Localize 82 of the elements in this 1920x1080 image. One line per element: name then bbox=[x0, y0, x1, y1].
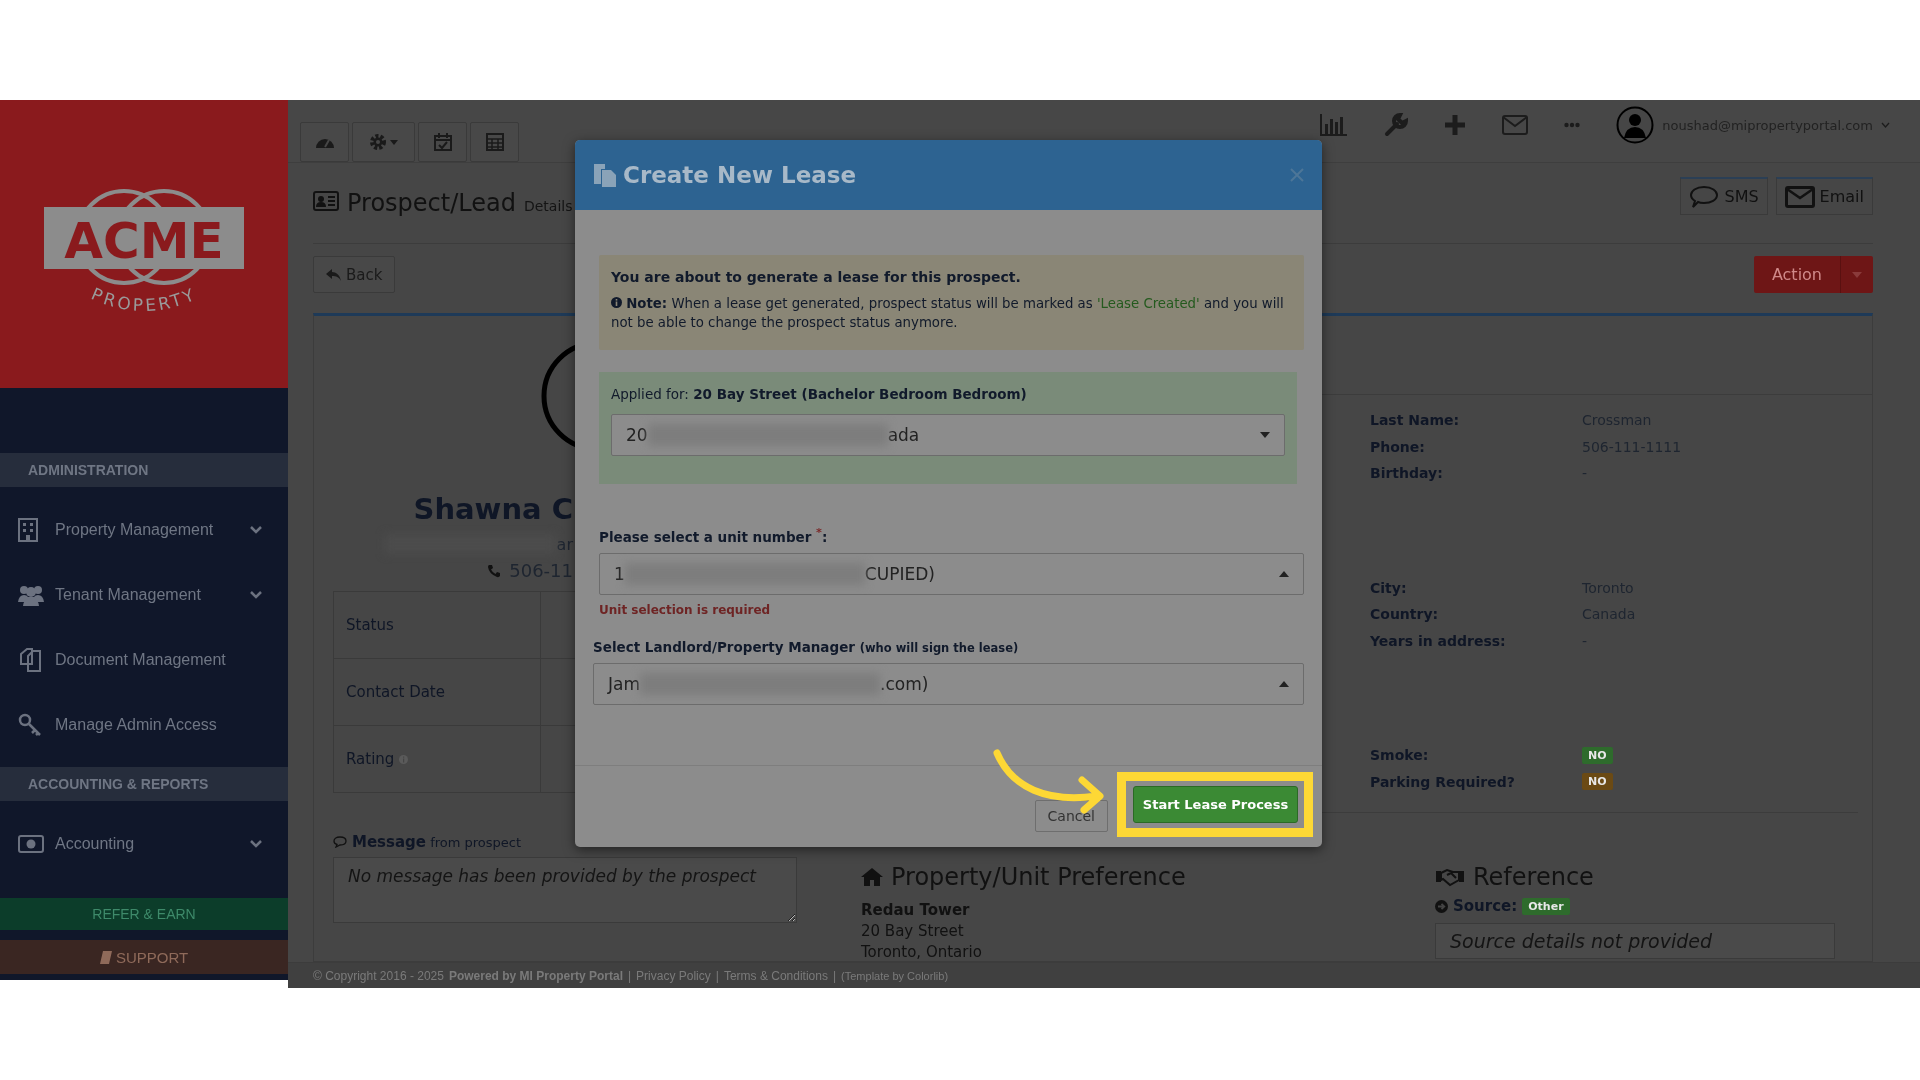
sidebar-item[interactable]: Accounting bbox=[0, 811, 288, 876]
status-badge: NO bbox=[1582, 746, 1613, 764]
plus-icon[interactable] bbox=[1444, 114, 1467, 136]
close-icon[interactable] bbox=[1290, 168, 1304, 182]
arrow-circle-icon bbox=[1435, 899, 1448, 913]
calendar-button[interactable] bbox=[418, 122, 467, 162]
settings-button[interactable] bbox=[352, 122, 415, 162]
landlord-hint: (who will sign the lease) bbox=[859, 640, 1019, 655]
landlord-label: Select Landlord/Property Manager bbox=[593, 638, 855, 655]
refer-button[interactable]: REFER & EARN bbox=[0, 898, 288, 930]
bar-chart-icon[interactable] bbox=[1320, 114, 1349, 136]
separator: | bbox=[832, 968, 837, 983]
more-icon[interactable] bbox=[1564, 122, 1581, 128]
table-label: Contact Date bbox=[346, 683, 445, 701]
source-label: Source: bbox=[1453, 897, 1518, 915]
copyright-text: © Copyright 2016 - 2025 bbox=[313, 968, 444, 983]
unit-label: Please select a unit number $^{*}$: bbox=[599, 526, 829, 545]
calculator-icon bbox=[485, 133, 504, 151]
speech-bubble-icon bbox=[1689, 184, 1720, 209]
status-badge: NO bbox=[1582, 773, 1613, 791]
caret-icon bbox=[390, 139, 398, 145]
phone-icon bbox=[487, 563, 502, 578]
avatar-icon[interactable] bbox=[1616, 106, 1655, 144]
sidebar-item[interactable]: Tenant Management bbox=[0, 562, 288, 627]
error-message: Unit selection is required bbox=[599, 602, 772, 617]
footer-link[interactable]: Privacy Policy bbox=[636, 968, 711, 983]
detail-label: Parking Required? bbox=[1370, 773, 1516, 790]
chat-icon bbox=[333, 836, 347, 848]
section-header: ACCOUNTING & REPORTS bbox=[0, 767, 288, 801]
detail-label: Phone: bbox=[1370, 438, 1426, 455]
applied-for-text: Applied for: 20 Bay Street (Bachelor Bedroom Bedroom) bbox=[611, 386, 1028, 403]
powered-by-text: Powered by MI Property Portal bbox=[448, 968, 623, 983]
support-button[interactable]: SUPPORT bbox=[0, 940, 288, 974]
footer-link[interactable]: Terms & Conditions bbox=[723, 968, 828, 983]
reply-arrow-icon bbox=[326, 268, 341, 281]
mail-icon bbox=[1784, 185, 1815, 208]
action-button-group[interactable]: Action bbox=[1753, 256, 1873, 293]
calendar-check-icon bbox=[433, 133, 452, 151]
detail-value: - bbox=[1582, 632, 1588, 649]
dashboard-button[interactable] bbox=[300, 122, 349, 162]
acme-logo: ACME PROPERTY bbox=[44, 169, 244, 319]
detail-label: Last Name: bbox=[1370, 412, 1461, 429]
table-label: Status bbox=[346, 616, 394, 634]
documents-icon bbox=[18, 647, 42, 672]
source-badge: Other bbox=[1522, 897, 1570, 915]
prospect-name: Shawna C bbox=[413, 492, 573, 526]
landlord-select[interactable]: Jam .com) bbox=[593, 662, 1304, 705]
note-text: Note: When a lease get generated, prospect status will be marked as 'Lease Created' and you will not be able to change the prospect status anymore. bbox=[611, 295, 1285, 332]
sidebar-item[interactable]: Property Management bbox=[0, 497, 288, 562]
property-select[interactable]: 20 ada bbox=[611, 414, 1285, 457]
book-icon bbox=[99, 950, 112, 964]
detail-label: Birthday: bbox=[1370, 465, 1444, 482]
detail-label: Country: bbox=[1370, 606, 1440, 623]
chevron-down-icon bbox=[1881, 122, 1890, 128]
building-icon bbox=[18, 517, 38, 542]
calculator-button[interactable] bbox=[470, 122, 519, 162]
detail-label: City: bbox=[1370, 579, 1408, 596]
users-icon bbox=[18, 583, 44, 606]
dialog-title: Create New Lease bbox=[623, 162, 858, 188]
section-header: ADMINISTRATION bbox=[0, 453, 288, 487]
start-lease-button[interactable]: Start Lease Process bbox=[1133, 786, 1298, 823]
house-icon bbox=[861, 868, 883, 886]
caret-icon bbox=[1852, 271, 1862, 278]
money-icon bbox=[18, 834, 44, 853]
warning-text: You are about to generate a lease for this prospect. bbox=[611, 269, 1022, 285]
copy-icon bbox=[593, 162, 617, 188]
info-icon bbox=[611, 297, 622, 308]
gear-icon bbox=[369, 133, 387, 151]
detail-label: Smoke: bbox=[1370, 747, 1430, 764]
handshake-icon bbox=[1435, 867, 1465, 887]
wrench-icon[interactable] bbox=[1384, 113, 1409, 137]
table-label: Rating bbox=[346, 750, 395, 768]
mail-icon[interactable] bbox=[1502, 115, 1529, 135]
cancel-button[interactable]: Cancel bbox=[1034, 800, 1108, 832]
sidebar-item[interactable]: Document Management bbox=[0, 627, 288, 692]
detail-value: - bbox=[1582, 465, 1588, 482]
sidebar-item[interactable]: Manage Admin Access bbox=[0, 692, 288, 757]
unit-select[interactable]: 1 CUPIED) bbox=[599, 552, 1304, 595]
id-card-icon bbox=[313, 191, 339, 211]
key-icon bbox=[18, 712, 42, 737]
separator: | bbox=[715, 968, 719, 983]
separator: | bbox=[627, 968, 632, 983]
